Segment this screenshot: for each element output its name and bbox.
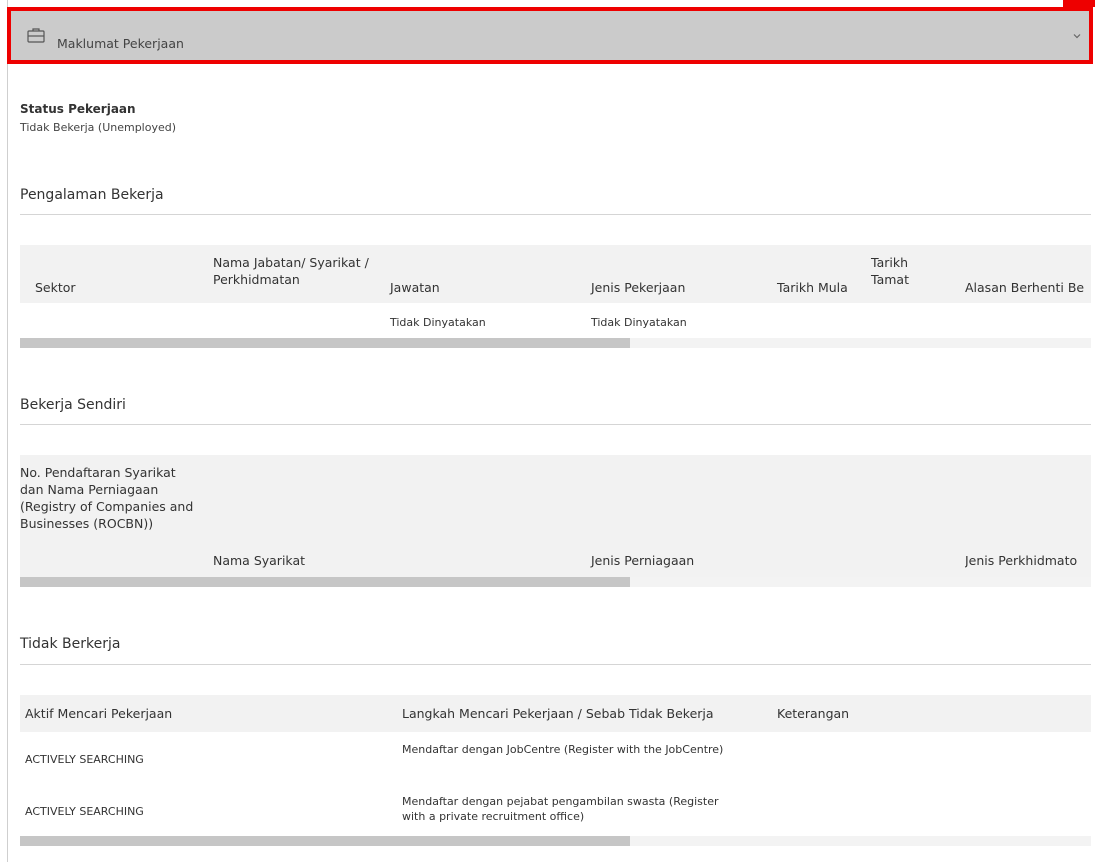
table-cell-langkah: Mendaftar dengan pejabat pengambilan swa… xyxy=(402,795,719,823)
column-header-no-pendaftaran: No. Pendaftaran Syarikat dan Nama Pernia… xyxy=(20,465,194,531)
left-border xyxy=(7,0,8,862)
column-header-nama-jabatan: Nama Jabatan/ Syarikat / Perkhidmatan xyxy=(213,255,369,287)
column-header-jawatan: Jawatan xyxy=(390,280,440,295)
table-cell-aktif: ACTIVELY SEARCHING xyxy=(25,805,144,818)
table-cell-jawatan: Tidak Dinyatakan xyxy=(390,316,486,329)
briefcase-icon xyxy=(27,28,45,43)
horizontal-scrollbar[interactable] xyxy=(20,338,1091,348)
column-header-alasan-berhenti: Alasan Berhenti Be xyxy=(965,280,1085,295)
scrollbar-thumb[interactable] xyxy=(20,338,630,348)
horizontal-scrollbar[interactable] xyxy=(20,836,1091,846)
column-header-nama-syarikat: Nama Syarikat xyxy=(213,553,306,568)
column-header-langkah-mencari: Langkah Mencari Pekerjaan / Sebab Tidak … xyxy=(402,706,714,721)
column-header-jenis-perkhidmatan: Jenis Perkhidmato xyxy=(965,553,1078,568)
accordion-title: Maklumat Pekerjaan xyxy=(57,36,184,51)
section-divider xyxy=(20,214,1091,215)
section-divider xyxy=(20,664,1091,665)
table-cell-langkah: Mendaftar dengan JobCentre (Register wit… xyxy=(402,743,724,756)
section-title-self-employed: Bekerja Sendiri xyxy=(20,397,126,413)
column-header-jenis-perniagaan: Jenis Perniagaan xyxy=(591,553,695,568)
table-cell-aktif: ACTIVELY SEARCHING xyxy=(25,753,144,766)
accordion-header-maklumat-pekerjaan[interactable]: Maklumat Pekerjaan xyxy=(7,7,1093,64)
highlight-corner xyxy=(1063,0,1095,7)
column-header-tarikh-tamat: Tarikh Tamat xyxy=(871,255,909,287)
status-value: Tidak Bekerja (Unemployed) xyxy=(20,121,177,134)
column-header-jenis-pekerjaan: Jenis Pekerjaan xyxy=(591,280,686,295)
horizontal-scrollbar[interactable] xyxy=(20,577,1091,587)
section-title-work-experience: Pengalaman Bekerja xyxy=(20,187,164,203)
status-label: Status Pekerjaan xyxy=(20,102,136,116)
scrollbar-thumb[interactable] xyxy=(20,836,630,846)
chevron-down-icon[interactable] xyxy=(1071,30,1083,42)
column-header-tarikh-mula: Tarikh Mula xyxy=(777,280,848,295)
column-header-sektor: Sektor xyxy=(35,280,76,295)
table-cell-jenis-pekerjaan: Tidak Dinyatakan xyxy=(591,316,687,329)
section-title-unemployed: Tidak Berkerja xyxy=(20,636,121,652)
column-header-aktif-mencari: Aktif Mencari Pekerjaan xyxy=(25,706,173,721)
section-divider xyxy=(20,424,1091,425)
column-header-keterangan: Keterangan xyxy=(777,706,850,721)
scrollbar-thumb[interactable] xyxy=(20,577,630,587)
work-experience-table-header xyxy=(20,245,1091,303)
